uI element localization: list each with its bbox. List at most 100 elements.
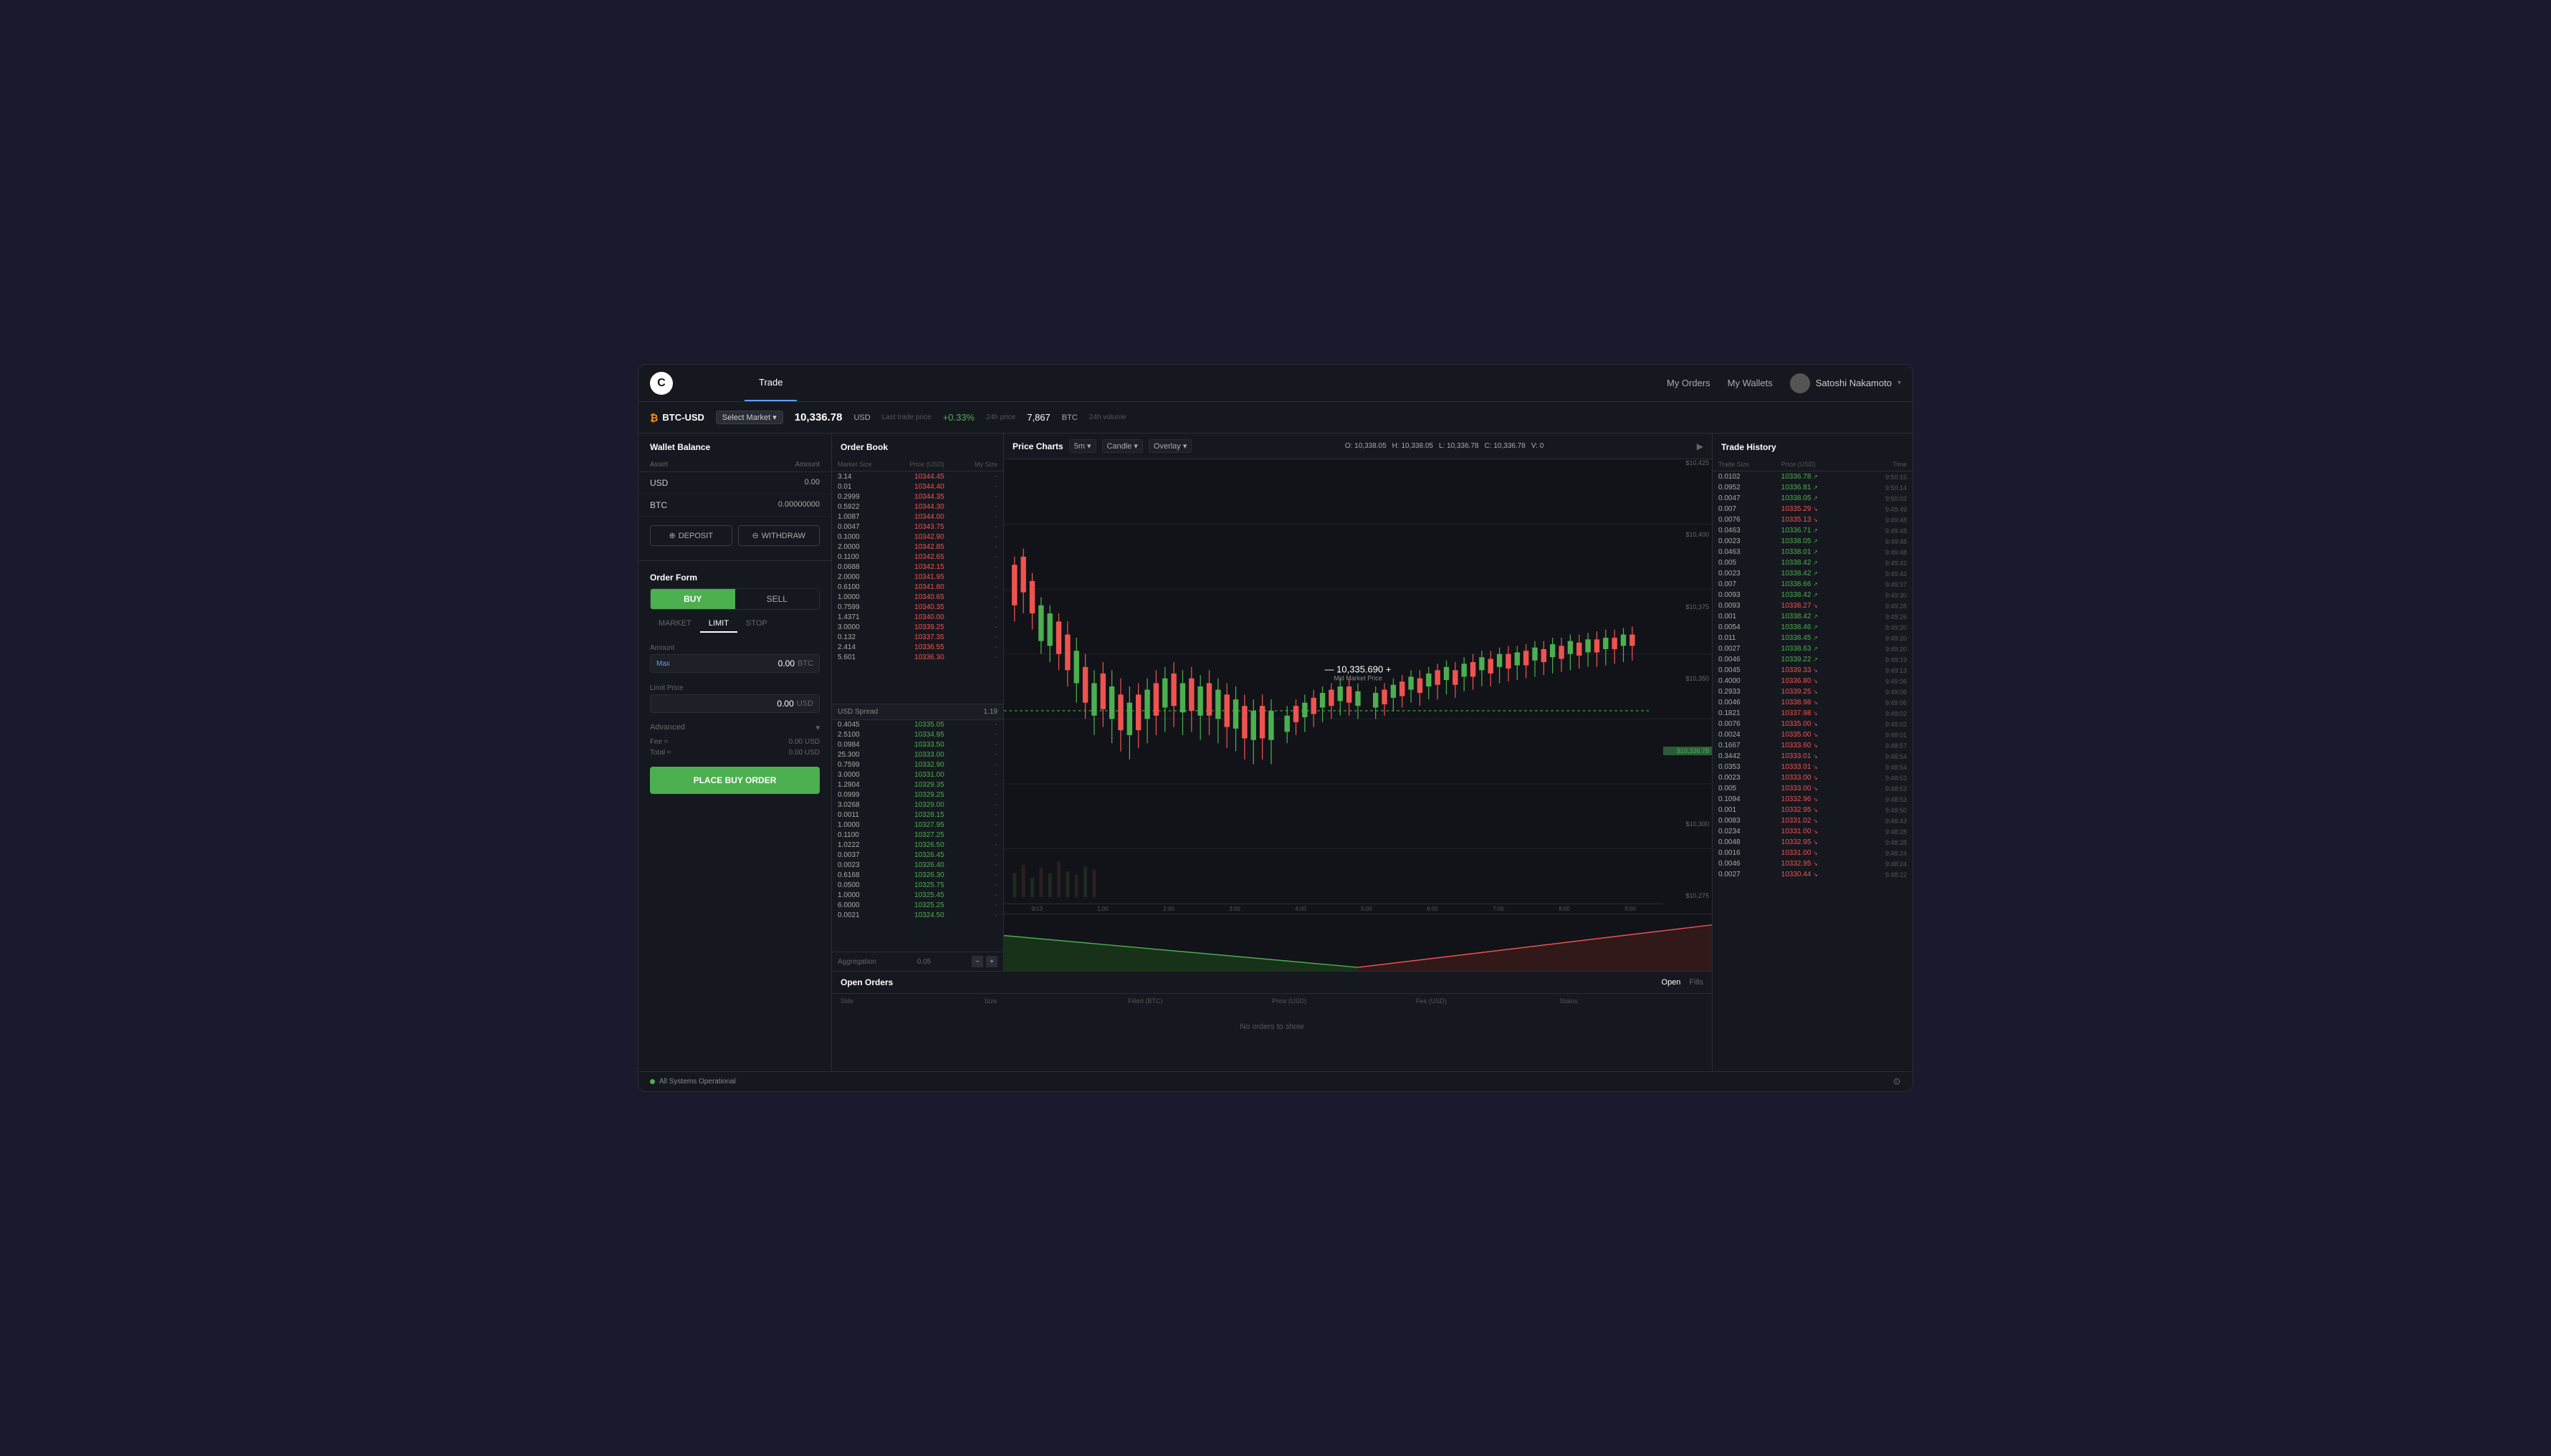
th-rows: 0.010210336.78 ↗9:50:150.095210336.81 ↗9…: [1713, 471, 1913, 1071]
ob-bid-row[interactable]: 0.616810326.30-: [832, 871, 1003, 881]
ob-bid-row[interactable]: 0.098410333.50-: [832, 740, 1003, 750]
trade-history-row: 0.007610335.00 ↘9:49:02: [1713, 719, 1913, 729]
ob-ask-row[interactable]: 2.000010342.85-: [832, 542, 1003, 552]
fee-row: Fee ≈ 0.00 USD: [638, 737, 831, 747]
buy-sell-tabs: BUY SELL: [650, 588, 820, 610]
status-dot: [650, 1079, 655, 1084]
agg-plus[interactable]: +: [986, 956, 997, 967]
settings-icon[interactable]: ⚙: [1892, 1076, 1901, 1088]
last-price-label: Last trade price: [882, 413, 932, 421]
oo-col-size: Size: [985, 997, 1129, 1005]
volume-label: 24h volume: [1089, 413, 1126, 421]
ob-bid-row[interactable]: 1.290410329.35-: [832, 780, 1003, 790]
ob-ask-row[interactable]: 0.004710343.75-: [832, 522, 1003, 532]
ob-bid-row[interactable]: 1.000010327.95-: [832, 820, 1003, 830]
chart-title: Price Charts: [1013, 441, 1063, 451]
my-wallets-link[interactable]: My Wallets: [1728, 378, 1773, 388]
ob-bid-row[interactable]: 0.050010325.75-: [832, 881, 1003, 891]
ob-ask-row[interactable]: 2.000010341.95-: [832, 572, 1003, 582]
ohlcv-display: O: 10,338.05 H: 10,338.05 L: 10,336.78 C…: [1345, 442, 1543, 450]
chart-type-control[interactable]: Candle ▾: [1102, 439, 1143, 453]
volume: 7,867: [1027, 412, 1050, 423]
ob-bid-row[interactable]: 3.026810329.00-: [832, 800, 1003, 810]
time-0: 9/13: [1031, 906, 1043, 912]
trade-history-row: 0.400010336.80 ↘9:49:06: [1713, 676, 1913, 686]
ob-bid-row[interactable]: 1.000010325.45-: [832, 891, 1003, 901]
trade-history-row: 0.01110338.45 ↗9:49:20: [1713, 633, 1913, 643]
timeframe-control[interactable]: 5m ▾: [1069, 439, 1096, 453]
ob-bid-row[interactable]: 6.000010325.25-: [832, 901, 1003, 911]
ob-bid-row[interactable]: 0.003710326.45-: [832, 851, 1003, 861]
ob-ask-row[interactable]: 0.13210337.35-: [832, 632, 1003, 642]
ob-ask-row[interactable]: 1.000010340.65-: [832, 592, 1003, 602]
limit-tab[interactable]: LIMIT: [700, 616, 737, 633]
ob-ask-row[interactable]: 0.100010342.90-: [832, 532, 1003, 542]
ob-bid-row[interactable]: 3.000010331.00-: [832, 770, 1003, 780]
ob-spread: USD Spread 1.19: [832, 704, 1003, 720]
ob-bid-row[interactable]: 0.001110328.15-: [832, 810, 1003, 820]
nav-trade[interactable]: Trade: [745, 365, 797, 401]
deposit-button[interactable]: ⊕ DEPOSIT: [650, 525, 732, 546]
ob-ask-row[interactable]: 0.0110344.40-: [832, 482, 1003, 492]
ob-bid-row[interactable]: 2.510010334.95-: [832, 730, 1003, 740]
max-button[interactable]: Max: [656, 660, 670, 668]
ob-bid-row[interactable]: 0.099910329.25-: [832, 790, 1003, 800]
left-panel: Wallet Balance Asset Amount USD 0.00 BTC…: [638, 434, 832, 1071]
ob-ask-row[interactable]: 0.110010342.65-: [832, 552, 1003, 562]
order-type-tabs: MARKET LIMIT STOP: [650, 616, 820, 633]
ob-ask-row[interactable]: 0.299910344.35-: [832, 492, 1003, 502]
agg-minus[interactable]: −: [972, 956, 983, 967]
time-9: 9:00: [1624, 906, 1636, 912]
ob-bids: 0.404510335.05-2.510010334.95-0.09841033…: [832, 720, 1003, 952]
ticker-bar: ₿ BTC-USD Select Market ▾ 10,336.78 USD …: [638, 402, 1913, 434]
change-label: 24h price: [986, 413, 1015, 421]
advanced-toggle[interactable]: Advanced ▾: [638, 719, 831, 737]
ob-ask-row[interactable]: 0.759910340.35-: [832, 602, 1003, 612]
ob-ask-row[interactable]: 0.610010341.80-: [832, 582, 1003, 592]
ob-ask-row[interactable]: 0.592210344.30-: [832, 502, 1003, 512]
market-tab[interactable]: MARKET: [650, 616, 700, 633]
ob-bid-row[interactable]: 0.110010327.25-: [832, 830, 1003, 840]
market-select[interactable]: Select Market ▾: [716, 411, 783, 424]
ob-bid-row[interactable]: 25.30010333.00-: [832, 750, 1003, 760]
time-5: 5:00: [1361, 906, 1372, 912]
last-price: 10,336.78: [795, 411, 843, 423]
ob-bid-row[interactable]: 1.022210326.50-: [832, 840, 1003, 851]
asset-col: Asset: [650, 461, 668, 469]
ob-aggregation: Aggregation 0.05 − +: [832, 952, 1003, 971]
trade-history-row: 0.002310333.00 ↘9:48:53: [1713, 772, 1913, 783]
trade-history-row: 0.005410338.46 ↗9:49:20: [1713, 622, 1913, 633]
oo-tab-open[interactable]: Open: [1662, 978, 1681, 987]
overlay-control[interactable]: Overlay ▾: [1149, 439, 1192, 453]
ob-ask-row[interactable]: 0.068810342.15-: [832, 562, 1003, 572]
buy-tab[interactable]: BUY: [651, 589, 735, 609]
withdraw-button[interactable]: ⊖ WITHDRAW: [738, 525, 820, 546]
main-layout: Wallet Balance Asset Amount USD 0.00 BTC…: [638, 434, 1913, 1071]
limit-price-input-row: USD: [650, 694, 820, 713]
amount-input[interactable]: [673, 658, 795, 669]
trade-history-row: 0.00510333.00 ↘9:48:53: [1713, 783, 1913, 794]
ob-bid-row[interactable]: 0.002110324.50-: [832, 911, 1003, 921]
minus-circle-icon: ⊖: [752, 531, 758, 540]
ob-ask-row[interactable]: 3.1410344.45-: [832, 471, 1003, 482]
ob-ask-row[interactable]: 5.60110336.30-: [832, 652, 1003, 662]
my-orders-link[interactable]: My Orders: [1667, 378, 1710, 388]
limit-price-input[interactable]: [656, 699, 794, 709]
ob-ask-row[interactable]: 1.437110340.00-: [832, 612, 1003, 622]
sell-tab[interactable]: SELL: [735, 589, 820, 609]
ob-bid-row[interactable]: 0.759910332.90-: [832, 760, 1003, 770]
user-info[interactable]: Satoshi Nakamoto ▾: [1790, 373, 1901, 393]
ob-ask-row[interactable]: 2.41410336.55-: [832, 642, 1003, 652]
ob-bid-row[interactable]: 0.002310326.40-: [832, 861, 1003, 871]
ob-ask-row[interactable]: 1.008710344.00-: [832, 512, 1003, 522]
stop-tab[interactable]: STOP: [737, 616, 776, 633]
chart-expand-icon[interactable]: ▶: [1697, 441, 1703, 451]
ob-bid-row[interactable]: 0.404510335.05-: [832, 720, 1003, 730]
place-order-button[interactable]: PLACE BUY ORDER: [650, 767, 820, 794]
trade-history-row: 0.00110338.42 ↗9:49:26: [1713, 611, 1913, 622]
time-axis: 9/13 1:00 2:00 3:00 4:00 5:00 6:00 7:00 …: [1004, 904, 1663, 914]
usd-amount: 0.00: [805, 478, 820, 488]
trade-history-row: 0.095210336.81 ↗9:50:14: [1713, 482, 1913, 493]
ob-ask-row[interactable]: 3.000010339.25-: [832, 622, 1003, 632]
oo-tab-fills[interactable]: Fills: [1689, 978, 1703, 987]
